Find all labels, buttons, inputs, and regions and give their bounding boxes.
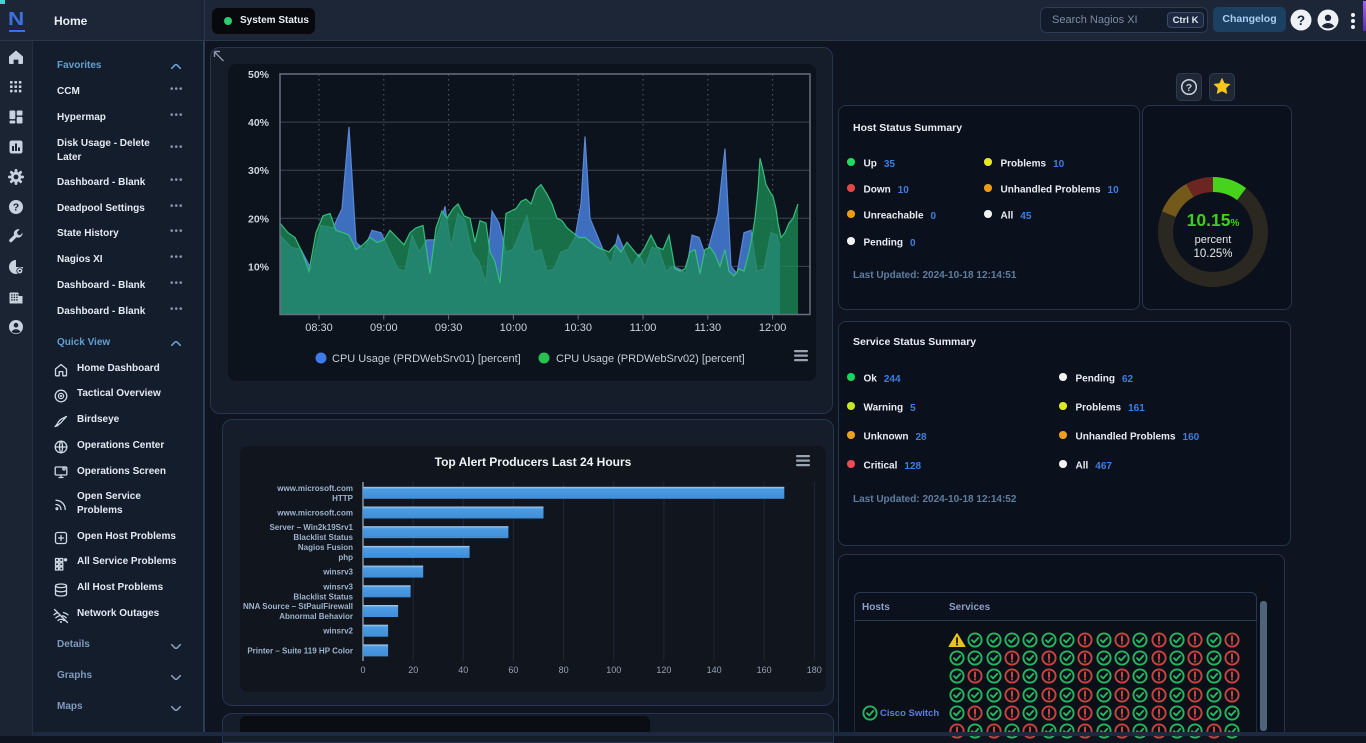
- svg-text:50%: 50%: [248, 69, 270, 81]
- svg-text:80: 80: [559, 665, 569, 675]
- svg-text:winsrv3: winsrv3: [322, 568, 353, 577]
- svg-text:11:30: 11:30: [694, 322, 721, 334]
- svg-text:180: 180: [807, 665, 822, 675]
- svg-text:www.microsoft.com: www.microsoft.com: [276, 484, 353, 493]
- svg-text:CPU Usage (PRDWebSrv02) [perce: CPU Usage (PRDWebSrv02) [percent]: [556, 353, 745, 365]
- svg-text:40%: 40%: [248, 117, 270, 129]
- svg-text:?: ?: [13, 202, 19, 214]
- svg-text:winsrv2: winsrv2: [322, 627, 353, 636]
- svg-text:0: 0: [360, 665, 365, 675]
- svg-text:www.microsoft.com: www.microsoft.com: [276, 509, 353, 518]
- svg-text:NNA Source – StPaulFirewall: NNA Source – StPaulFirewall: [243, 602, 353, 611]
- svg-text:140: 140: [707, 665, 722, 675]
- svg-text:Top Alert Producers Last 24 Ho: Top Alert Producers Last 24 Hours: [435, 455, 632, 469]
- svg-text:winsrv3: winsrv3: [322, 582, 353, 591]
- svg-text:160: 160: [757, 665, 772, 675]
- svg-text:Server – Win2k19Srv1: Server – Win2k19Srv1: [269, 523, 353, 532]
- svg-text:10%: 10%: [248, 261, 270, 273]
- svg-text:Printer – Suite 119 HP Color: Printer – Suite 119 HP Color: [247, 646, 353, 655]
- svg-text:20: 20: [408, 665, 418, 675]
- svg-text:12:00: 12:00: [759, 322, 787, 334]
- svg-text:30%: 30%: [248, 165, 270, 177]
- svg-text:100: 100: [606, 665, 621, 675]
- svg-text:10.25%: 10.25%: [1193, 248, 1232, 260]
- svg-text:Nagios Fusion: Nagios Fusion: [298, 543, 353, 552]
- svg-text:?: ?: [1297, 13, 1305, 28]
- svg-text:08:30: 08:30: [305, 322, 333, 334]
- svg-text:10.15%: 10.15%: [1187, 210, 1240, 230]
- svg-text:40: 40: [458, 665, 468, 675]
- svg-text:09:30: 09:30: [435, 322, 463, 334]
- svg-text:09:00: 09:00: [370, 322, 398, 334]
- svg-text:Blacklist Status: Blacklist Status: [293, 592, 353, 601]
- svg-text:120: 120: [656, 665, 671, 675]
- svg-text:?: ?: [1186, 82, 1192, 94]
- svg-text:10:00: 10:00: [500, 322, 528, 334]
- svg-text:10:30: 10:30: [564, 322, 592, 334]
- svg-text:percent: percent: [1195, 234, 1232, 246]
- svg-text:Abnormal Behavior: Abnormal Behavior: [279, 612, 353, 621]
- svg-text:11:00: 11:00: [630, 322, 657, 334]
- svg-text:HTTP: HTTP: [332, 494, 354, 503]
- svg-text:Blacklist Status: Blacklist Status: [293, 533, 353, 542]
- svg-text:20%: 20%: [248, 213, 270, 225]
- svg-text:60: 60: [508, 665, 518, 675]
- svg-text:CPU Usage (PRDWebSrv01) [perce: CPU Usage (PRDWebSrv01) [percent]: [332, 353, 521, 365]
- svg-text:php: php: [338, 553, 353, 562]
